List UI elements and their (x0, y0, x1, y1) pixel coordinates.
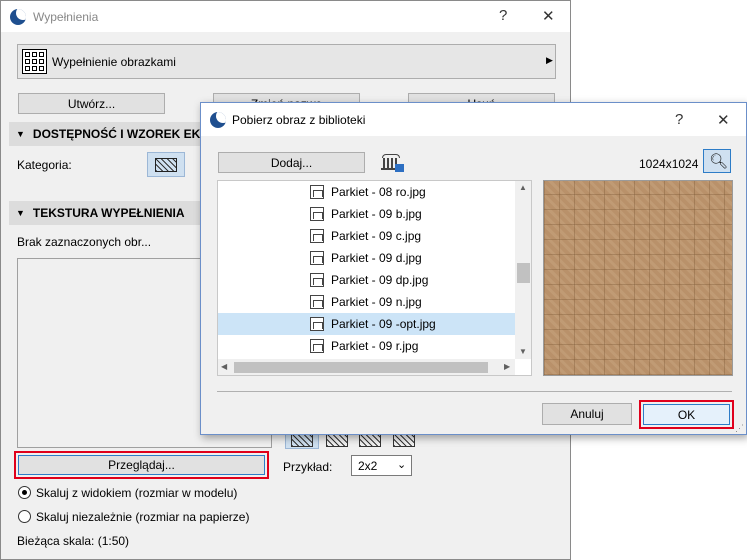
fills-window-title: Wypełnienia (33, 10, 99, 24)
image-file-icon (310, 295, 324, 309)
file-name: Parkiet - 08 ro.jpg (331, 185, 426, 199)
file-name: Parkiet - 09 n.jpg (331, 295, 422, 309)
scroll-up-icon[interactable]: ▲ (519, 183, 527, 192)
file-name: Parkiet - 09 b.jpg (331, 207, 422, 221)
chevron-down-icon: ⌄ (397, 459, 407, 471)
image-file-icon (310, 317, 324, 331)
horizontal-scrollbar[interactable]: ◀ ▶ (218, 359, 515, 375)
library-icon[interactable] (379, 152, 405, 173)
library-image-dialog: Pobierz obraz z biblioteki ? ✕ Dodaj... … (200, 102, 747, 435)
collapse-triangle-icon: ▼ (16, 208, 25, 218)
chevron-right-icon: ▶ (546, 55, 553, 65)
scrollbar-thumb[interactable] (517, 263, 530, 283)
file-name: Parkiet - 09 r.jpg (331, 339, 419, 353)
image-file-icon (310, 229, 324, 243)
help-icon[interactable]: ? (499, 7, 507, 24)
radio-scale-view[interactable] (18, 486, 31, 499)
file-name: Parkiet - 09 c.jpg (331, 229, 422, 243)
category-draft-button[interactable] (147, 152, 185, 177)
fills-window-titlebar: Wypełnienia ? ✕ (1, 1, 570, 32)
no-selection-text: Brak zaznaczonych obr... (17, 235, 152, 249)
create-button[interactable]: Utwórz... (18, 93, 165, 114)
divider (217, 391, 732, 392)
image-file-icon (310, 251, 324, 265)
scroll-down-icon[interactable]: ▼ (519, 347, 527, 356)
scrollbar-thumb[interactable] (234, 362, 488, 373)
preview-zoom-button[interactable]: 🔍︎ (703, 149, 731, 173)
parquet-texture-preview (543, 180, 733, 376)
list-item[interactable]: Parkiet - 09 n.jpg (218, 291, 516, 313)
hatch-icon (155, 158, 177, 172)
list-item[interactable]: Parkiet - 09 c.jpg (218, 225, 516, 247)
image-file-icon (310, 273, 324, 287)
image-file-icon (310, 207, 324, 221)
radio-scale-independent[interactable] (18, 510, 31, 523)
file-name: Parkiet - 09 -opt.jpg (331, 317, 436, 331)
scroll-right-icon[interactable]: ▶ (504, 362, 510, 371)
vertical-scrollbar[interactable]: ▲ ▼ (515, 181, 531, 359)
image-file-icon (310, 185, 324, 199)
example-select[interactable]: 2x2 ⌄ (351, 455, 412, 476)
list-item-selected[interactable]: Parkiet - 09 -opt.jpg (218, 313, 516, 335)
hatch-icon (291, 433, 313, 447)
add-button[interactable]: Dodaj... (218, 152, 365, 173)
help-icon[interactable]: ? (675, 111, 683, 128)
availability-section-title: DOSTĘPNOŚĆ I WZOREK EKRAN (32, 127, 227, 141)
resize-grip-icon[interactable]: ⋰ (735, 423, 744, 434)
fill-type-label: Wypełnienie obrazkami (52, 55, 176, 69)
scroll-left-icon[interactable]: ◀ (221, 362, 227, 371)
category-label: Kategoria: (17, 158, 72, 172)
close-icon[interactable]: ✕ (542, 7, 555, 25)
radio-scale-independent-label: Skaluj niezależnie (rozmiar na papierze) (36, 510, 250, 524)
texture-section-title: TEKSTURA WYPEŁNIENIA (32, 206, 185, 220)
list-item[interactable]: Parkiet - 08 ro.jpg (218, 181, 516, 203)
picture-fill-icon (22, 49, 47, 74)
archicad-logo-icon (210, 112, 226, 128)
list-item[interactable]: Parkiet - 09 b.jpg (218, 203, 516, 225)
cancel-button[interactable]: Anuluj (542, 403, 632, 425)
image-file-icon (310, 339, 324, 353)
radio-scale-view-label: Skaluj z widokiem (rozmiar w modelu) (36, 486, 238, 500)
image-size-text: 1024x1024 (639, 157, 699, 171)
example-label: Przykład: (283, 460, 333, 474)
file-list[interactable]: Parkiet - 08 ro.jpg Parkiet - 09 b.jpg P… (217, 180, 532, 376)
list-item[interactable]: Parkiet - 09 dp.jpg (218, 269, 516, 291)
ok-button[interactable]: OK (643, 404, 730, 425)
current-scale-text: Bieżąca skala: (1:50) (17, 534, 130, 548)
pattern-option-4[interactable] (393, 433, 415, 447)
magnifier-icon: 🔍︎ (709, 153, 729, 170)
file-name: Parkiet - 09 dp.jpg (331, 273, 429, 287)
library-image-dialog-titlebar: Pobierz obraz z biblioteki ? ✕ (201, 103, 746, 136)
file-name: Parkiet - 09 d.jpg (331, 251, 422, 265)
example-select-value: 2x2 (358, 459, 378, 473)
archicad-logo-icon (10, 9, 26, 25)
list-item[interactable]: Parkiet - 09 r.jpg (218, 335, 516, 357)
pattern-option-3[interactable] (359, 433, 381, 447)
browse-button[interactable]: Przeglądaj... (18, 455, 265, 475)
pattern-option-2[interactable] (326, 433, 348, 447)
close-icon[interactable]: ✕ (717, 111, 730, 129)
fill-type-selector[interactable]: Wypełnienie obrazkami ▶ (17, 44, 556, 79)
collapse-triangle-icon: ▼ (16, 129, 25, 139)
dialog-title: Pobierz obraz z biblioteki (232, 113, 366, 127)
list-item[interactable]: Parkiet - 09 d.jpg (218, 247, 516, 269)
